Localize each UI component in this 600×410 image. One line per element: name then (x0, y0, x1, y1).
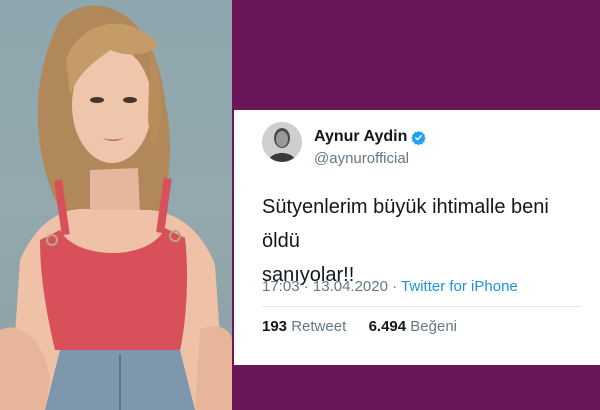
portrait-photo (0, 0, 232, 410)
user-handle[interactable]: @aynurofficial (314, 150, 409, 167)
tweet-stats: 193 Retweet 6.494 Beğeni (262, 318, 457, 335)
tweet-source-link[interactable]: Twitter for iPhone (401, 278, 518, 295)
author-name-row: Aynur Aydin (314, 128, 427, 146)
like-count[interactable]: 6.494 (369, 318, 407, 335)
tweet-text: Sütyenlerim büyük ihtimalle beni öldü sa… (262, 190, 582, 292)
meta-separator-2: · (392, 278, 402, 295)
display-name[interactable]: Aynur Aydin (314, 128, 407, 146)
tweet-meta: 17:03 · 13.04.2020 · Twitter for iPhone (262, 278, 518, 295)
portrait-illustration (0, 5, 232, 410)
tweet-text-line-1: Sütyenlerim büyük ihtimalle beni öldü (262, 196, 549, 252)
tweet-card: Aynur Aydin @aynurofficial Sütyenlerim b… (234, 110, 600, 365)
verified-badge-icon (411, 130, 427, 145)
tweet-time[interactable]: 17:03 (262, 278, 300, 295)
tweet-date[interactable]: 13.04.2020 (313, 278, 388, 295)
retweet-label[interactable]: Retweet (291, 318, 346, 335)
meta-separator: · (303, 278, 313, 295)
avatar-image (262, 122, 302, 162)
divider (262, 306, 582, 307)
avatar[interactable] (262, 122, 302, 162)
retweet-count[interactable]: 193 (262, 318, 287, 335)
like-label[interactable]: Beğeni (410, 318, 457, 335)
composite-image: Aynur Aydin @aynurofficial Sütyenlerim b… (0, 0, 600, 410)
